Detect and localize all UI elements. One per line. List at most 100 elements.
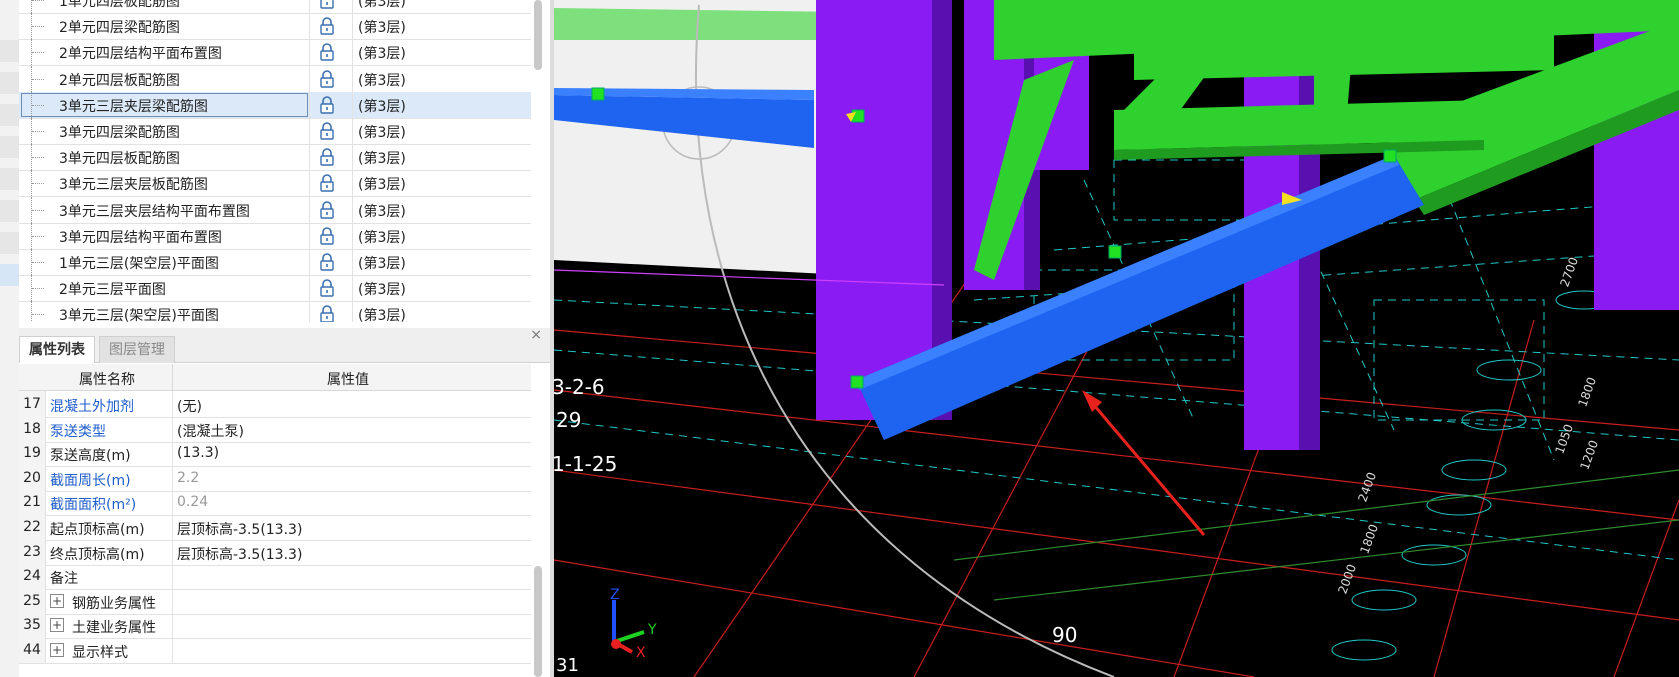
drawing-list-row[interactable]: 3单元四层梁配筋图 (第3层) bbox=[19, 118, 531, 145]
grid-label-29: 29 bbox=[556, 408, 582, 432]
row-index: 19 bbox=[19, 440, 46, 467]
toolbar-marker[interactable] bbox=[0, 72, 19, 94]
tab-layer-management[interactable]: 图层管理 bbox=[99, 336, 175, 363]
tree-connector bbox=[31, 222, 48, 249]
tab-property-list[interactable]: 属性列表 bbox=[19, 336, 95, 363]
lock-icon[interactable] bbox=[319, 279, 335, 297]
drawing-list-row[interactable]: 3单元四层板配筋图 (第3层) bbox=[19, 144, 531, 172]
property-value[interactable]: (13.3) bbox=[177, 445, 219, 461]
drawing-list-row[interactable]: 3单元三层夹层结构平面布置图 (第3层) bbox=[19, 196, 531, 224]
lock-icon[interactable] bbox=[319, 17, 335, 35]
drawing-list-row[interactable]: 3单元三层夹层梁配筋图 (第3层) bbox=[19, 91, 531, 119]
floor-label: (第3层) bbox=[358, 125, 406, 141]
property-panel: 属性列表 图层管理 × 属性名称 属性值 17 混凝土外加剂 (无) 18 泵送类型 (混… bbox=[19, 327, 550, 677]
drawing-list-row[interactable]: 2单元三层平面图 (第3层) bbox=[19, 275, 531, 303]
drawing-list: 1单元四层板配筋图 (第3层) 2单元四层梁配筋图 (第3层) 2单元四层结构平面布置图… bbox=[19, 0, 531, 322]
lock-icon[interactable] bbox=[319, 69, 335, 88]
row-index: 20 bbox=[19, 464, 46, 491]
property-row[interactable]: 22 起点顶标高(m) 层顶标高-3.5(13.3) bbox=[19, 514, 531, 541]
row-index: 22 bbox=[19, 514, 46, 540]
property-name: 泵送高度(m) bbox=[50, 448, 131, 465]
property-row[interactable]: 23 终点顶标高(m) 层顶标高-3.5(13.3) bbox=[19, 538, 531, 566]
toolbar-marker[interactable] bbox=[0, 168, 19, 190]
property-row[interactable]: 20 截面周长(m) 2.2 bbox=[19, 464, 531, 492]
property-value[interactable]: 层顶标高-3.5(13.3) bbox=[177, 519, 302, 539]
lock-icon[interactable] bbox=[319, 200, 335, 219]
property-row[interactable]: 24 备注 bbox=[19, 563, 531, 591]
3d-model-canvas[interactable] bbox=[554, 0, 1679, 677]
expand-icon[interactable]: + bbox=[50, 643, 64, 657]
drawing-list-row[interactable]: 1单元三层(架空层)平面图 (第3层) bbox=[19, 249, 531, 276]
expand-icon[interactable]: + bbox=[50, 593, 64, 608]
3d-viewport[interactable]: 3-2-6 29 1-1-25 90 31 2700 1800 1050 1200 24… bbox=[554, 0, 1679, 677]
left-toolbar-strip bbox=[0, 0, 19, 677]
drawing-list-row[interactable]: 3单元四层结构平面布置图 (第3层) bbox=[19, 222, 531, 250]
grid-label-31: 31 bbox=[556, 655, 579, 676]
property-row[interactable]: 18 泵送类型 (混凝土泵) bbox=[19, 415, 531, 443]
property-row[interactable]: 44 + 显示样式 bbox=[19, 637, 531, 664]
drawing-name: 2单元四层板配筋图 bbox=[59, 72, 180, 89]
drawing-name: 2单元四层梁配筋图 bbox=[59, 20, 180, 37]
drawing-list-row[interactable]: 2单元四层结构平面布置图 (第3层) bbox=[19, 39, 531, 67]
tree-connector bbox=[31, 65, 48, 92]
expand-icon[interactable]: + bbox=[50, 618, 64, 633]
property-name: 截面周长(m) bbox=[50, 472, 131, 489]
lock-icon[interactable] bbox=[319, 253, 335, 271]
drawing-list-row[interactable]: 1单元四层板配筋图 (第3层) bbox=[19, 0, 531, 14]
lock-icon[interactable] bbox=[319, 174, 335, 193]
lock-icon[interactable] bbox=[319, 0, 335, 9]
toolbar-marker[interactable] bbox=[0, 40, 19, 62]
toolbar-marker[interactable] bbox=[0, 232, 19, 254]
property-row[interactable]: 19 泵送高度(m) (13.3) bbox=[19, 440, 531, 468]
toolbar-marker[interactable] bbox=[0, 264, 19, 286]
tree-connector bbox=[31, 196, 48, 223]
floor-label: (第3层) bbox=[358, 72, 406, 89]
lock-icon[interactable] bbox=[319, 148, 335, 166]
lock-icon[interactable] bbox=[319, 227, 335, 245]
property-value[interactable]: (无) bbox=[177, 396, 202, 416]
property-value[interactable]: 0.24 bbox=[177, 494, 208, 510]
property-row[interactable]: 25 + 钢筋业务属性 bbox=[19, 587, 531, 615]
drawing-list-row[interactable]: 2单元四层板配筋图 (第3层) bbox=[19, 65, 531, 93]
drawing-list-row[interactable]: 3单元三层夹层板配筋图 (第3层) bbox=[19, 170, 531, 198]
tree-connector bbox=[31, 144, 48, 171]
toolbar-marker[interactable] bbox=[0, 136, 19, 158]
row-index: 21 bbox=[19, 489, 46, 516]
drawing-list-row[interactable]: 2单元四层梁配筋图 (第3层) bbox=[19, 13, 531, 41]
drawing-name: 3单元三层夹层梁配筋图 bbox=[59, 98, 208, 115]
toolbar-marker[interactable] bbox=[0, 104, 19, 126]
property-name: 显示样式 bbox=[72, 645, 128, 661]
grid-label-3-2-6: 3-2-6 bbox=[554, 375, 605, 399]
row-index: 44 bbox=[19, 637, 46, 663]
drawing-name: 1单元三层(架空层)平面图 bbox=[59, 256, 219, 272]
floor-label: (第3层) bbox=[358, 229, 406, 246]
close-icon[interactable]: × bbox=[530, 327, 542, 343]
property-value[interactable]: 层顶标高-3.5(13.3) bbox=[177, 544, 302, 564]
property-row[interactable]: 17 混凝土外加剂 (无) bbox=[19, 391, 531, 418]
lock-icon[interactable] bbox=[319, 305, 335, 322]
lock-icon[interactable] bbox=[319, 96, 335, 114]
property-value[interactable]: 2.2 bbox=[177, 470, 199, 486]
lock-icon[interactable] bbox=[319, 122, 335, 140]
property-scrollbar[interactable] bbox=[534, 566, 542, 677]
tree-connector bbox=[31, 118, 48, 144]
floor-label: (第3层) bbox=[358, 151, 406, 168]
property-value[interactable]: (混凝土泵) bbox=[177, 421, 244, 441]
row-index: 17 bbox=[19, 391, 46, 417]
drawing-name: 3单元三层(架空层)平面图 bbox=[59, 308, 219, 322]
tree-connector bbox=[31, 39, 48, 66]
floor-label: (第3层) bbox=[358, 177, 406, 194]
property-row[interactable]: 21 截面面积(m²) 0.24 bbox=[19, 489, 531, 517]
floor-label: (第3层) bbox=[358, 308, 406, 322]
tree-connector bbox=[31, 0, 48, 13]
property-name: 土建业务属性 bbox=[72, 620, 156, 637]
drawing-name: 3单元三层夹层板配筋图 bbox=[59, 177, 208, 194]
drawing-list-scrollbar[interactable] bbox=[534, 0, 542, 70]
header-property-name: 属性名称 bbox=[79, 372, 135, 388]
drawing-list-row[interactable]: 3单元三层(架空层)平面图 (第3层) bbox=[19, 301, 531, 322]
row-index: 18 bbox=[19, 415, 46, 442]
toolbar-marker[interactable] bbox=[0, 200, 19, 222]
lock-icon[interactable] bbox=[319, 43, 335, 62]
grid-label-1-1-25: 1-1-25 bbox=[554, 452, 618, 476]
property-row[interactable]: 35 + 土建业务属性 bbox=[19, 612, 531, 640]
